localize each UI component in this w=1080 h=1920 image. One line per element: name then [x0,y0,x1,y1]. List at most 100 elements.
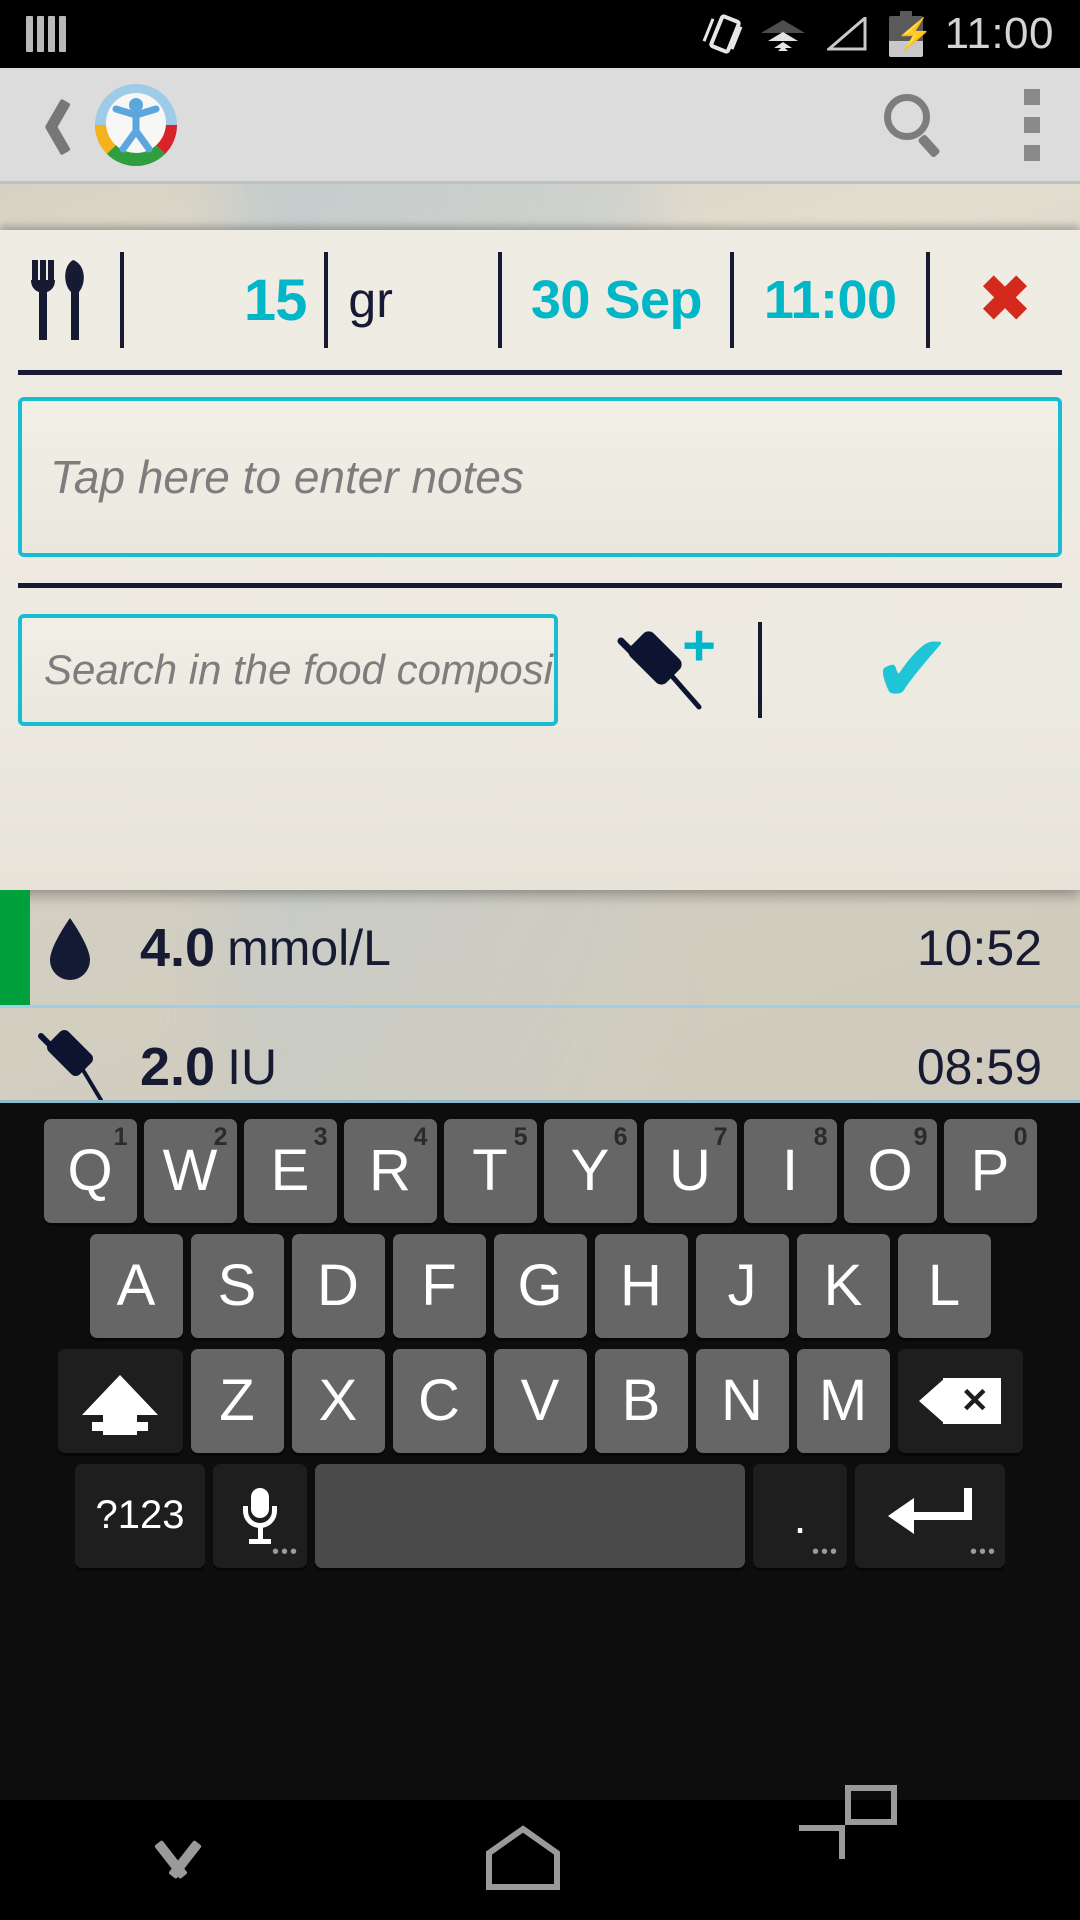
confirm-entry-button[interactable]: ✔ [762,622,1062,718]
enter-key-icon[interactable]: ••• [855,1463,1005,1568]
key-k[interactable]: K [796,1233,890,1338]
keyboard-row-3: ZXCVBNM ✕ [0,1343,1080,1458]
key-q[interactable]: Q1 [43,1118,137,1223]
entry-time-field[interactable]: 11:00 [734,269,926,331]
key-m[interactable]: M [796,1348,890,1453]
notes-input[interactable]: Tap here to enter notes [18,397,1062,557]
key-t[interactable]: T5 [443,1118,537,1223]
sim-bars-icon [26,16,66,52]
key-o[interactable]: O9 [843,1118,937,1223]
key-label: I [781,1138,799,1203]
insulin-time: 08:59 [916,1039,1042,1095]
add-insulin-button[interactable]: + [558,615,758,725]
key-label: M [818,1368,868,1433]
phone-screen: ⚡ 11:00 15 gr 30 Sep 11:00 ✖ Tap here to… [0,0,1080,1920]
checkmark-icon: ✔ [871,616,953,723]
wifi-icon [760,17,805,51]
key-n[interactable]: N [695,1348,789,1453]
table-row[interactable]: 2.0 IU 08:59 [0,1008,1080,1100]
status-bar: ⚡ 11:00 [0,0,1080,68]
cutlery-icon [0,258,120,342]
carbs-amount-value: 15 [243,267,308,333]
key-number-hint: 0 [1013,1122,1028,1151]
auto-rotate-icon [702,12,743,56]
key-j[interactable]: J [695,1233,789,1338]
key-label: H [620,1253,662,1318]
key-label: O [867,1138,913,1203]
key-l[interactable]: L [897,1233,991,1338]
key-c[interactable]: C [392,1348,486,1453]
carbs-amount-field[interactable]: 15 [124,267,324,334]
shift-key-icon[interactable] [57,1348,183,1453]
table-row[interactable]: 4.0 mmol/L 10:52 [0,890,1080,1008]
status-badge [0,890,30,1005]
action-bar [0,68,1080,184]
key-r[interactable]: R4 [343,1118,437,1223]
key-label: R [369,1138,411,1203]
key-label: E [270,1138,310,1203]
key-e[interactable]: E3 [243,1118,337,1223]
entry-date-field[interactable]: 30 Sep [502,269,730,331]
entry-rule-bottom [18,583,1062,588]
key-number-hint: 6 [613,1122,628,1151]
syringe-icon [0,1024,140,1100]
key-label: F [421,1253,457,1318]
key-y[interactable]: Y6 [543,1118,637,1223]
key-label: X [318,1368,358,1433]
backspace-key-icon[interactable]: ✕ [897,1348,1023,1453]
symbols-key-label: ?123 [95,1493,185,1537]
hide-keyboard-icon[interactable] [125,1825,235,1895]
space-key[interactable] [315,1463,745,1568]
key-label: G [517,1253,563,1318]
microphone-key-icon[interactable]: ••• [213,1463,307,1568]
carbs-unit: gr [328,271,498,329]
key-i[interactable]: I8 [743,1118,837,1223]
key-label: U [669,1138,711,1203]
key-d[interactable]: D [291,1233,385,1338]
symbols-key[interactable]: ?123 [75,1463,205,1568]
app-logo-icon[interactable] [90,79,182,171]
key-label: N [721,1368,763,1433]
key-label: C [418,1368,460,1433]
key-label: T [472,1138,508,1203]
key-u[interactable]: U7 [643,1118,737,1223]
food-search-input[interactable]: Search in the food composition [18,614,558,726]
key-number-hint: 4 [413,1122,428,1151]
key-number-hint: 5 [513,1122,528,1151]
status-bar-right: ⚡ 11:00 [702,9,1080,59]
period-key[interactable]: . ••• [753,1463,847,1568]
key-label: B [621,1368,661,1433]
entry-summary-row: 15 gr 30 Sep 11:00 ✖ [0,230,1080,370]
key-h[interactable]: H [594,1233,688,1338]
key-a[interactable]: A [89,1233,183,1338]
key-label: W [162,1138,218,1203]
key-s[interactable]: S [190,1233,284,1338]
food-search-row: Search in the food composition + ✔ [0,614,1080,726]
key-number-hint: 8 [813,1122,828,1151]
key-number-hint: 7 [713,1122,728,1151]
key-z[interactable]: Z [190,1348,284,1453]
back-chevron-icon[interactable] [30,97,70,153]
overflow-menu-icon[interactable] [1024,88,1046,162]
home-icon[interactable] [485,1825,595,1895]
key-x[interactable]: X [291,1348,385,1453]
keyboard-row-2: ASDFGHJ KL [0,1228,1080,1343]
key-label: K [823,1253,863,1318]
content-area: 15 gr 30 Sep 11:00 ✖ Tap here to enter n… [0,184,1080,1100]
key-g[interactable]: G [493,1233,587,1338]
key-v[interactable]: V [493,1348,587,1453]
insulin-unit: IU [227,1039,278,1095]
search-icon[interactable] [882,92,948,158]
key-w[interactable]: W2 [143,1118,237,1223]
key-p[interactable]: P0 [943,1118,1037,1223]
key-number-hint: 1 [113,1122,128,1151]
delete-entry-button[interactable]: ✖ [930,269,1080,331]
key-b[interactable]: B [594,1348,688,1453]
recent-apps-icon[interactable] [799,1785,955,1895]
plus-icon: + [682,613,716,678]
key-f[interactable]: F [392,1233,486,1338]
glucose-unit: mmol/L [227,919,391,976]
key-label: D [317,1253,359,1318]
carbs-entry-card: 15 gr 30 Sep 11:00 ✖ Tap here to enter n… [0,230,1080,890]
key-number-hint: 9 [913,1122,928,1151]
